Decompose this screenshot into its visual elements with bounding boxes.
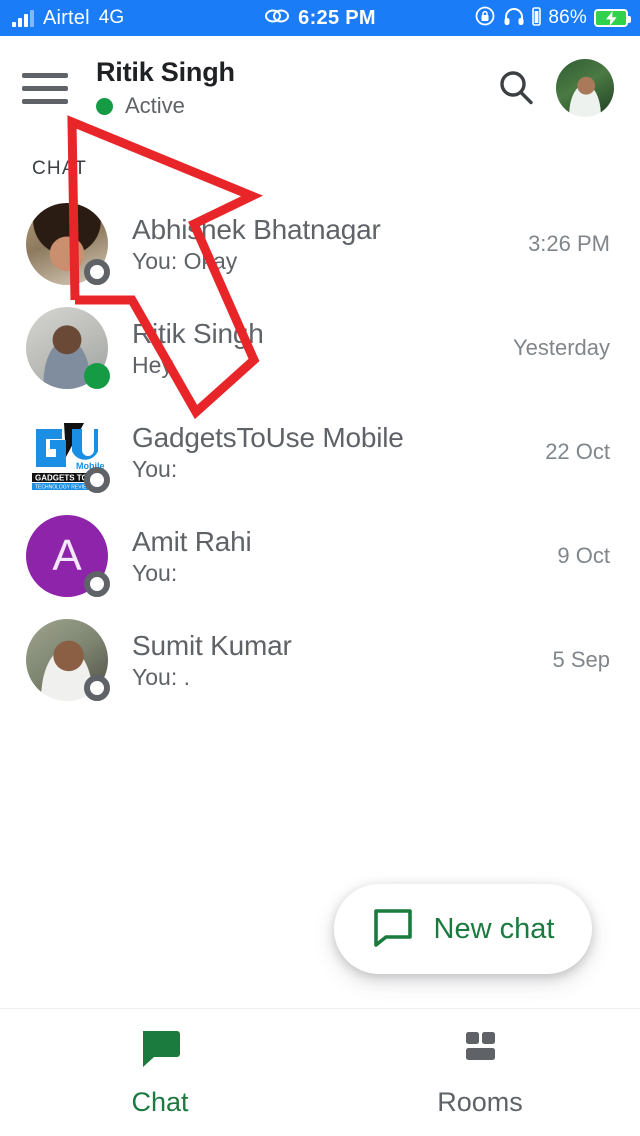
app-header: Ritik Singh Active <box>0 36 640 140</box>
chat-list-item[interactable]: Abhishek Bhatnagar You: Okay 3:26 PM <box>0 192 640 296</box>
chat-snippet: Hey <box>132 351 173 378</box>
presence-badge-offline-icon <box>84 259 110 285</box>
chat-text-group: Ritik Singh Hey <box>132 318 501 379</box>
chat-timestamp: Yesterday <box>512 335 610 360</box>
battery-percent-label: 86% <box>548 7 587 28</box>
nav-label-chat: Chat <box>131 1086 189 1117</box>
chat-bubble-outline-icon <box>372 906 414 953</box>
chat-snippet: You: Okay <box>132 247 238 274</box>
chat-avatar-wrap <box>26 619 110 701</box>
chat-avatar-wrap <box>26 203 110 285</box>
chat-text-group: Abhishek Bhatnagar You: Okay <box>132 214 516 275</box>
nav-label-rooms: Rooms <box>437 1086 523 1117</box>
presence-dot-icon <box>96 97 113 115</box>
presence-badge-offline-icon <box>84 571 110 597</box>
rooms-grid-icon <box>458 1028 502 1075</box>
chat-timestamp: 3:26 PM <box>528 231 610 256</box>
chat-list-item[interactable]: A Amit Rahi You: 9 Oct <box>0 504 640 608</box>
status-bar: Airtel 4G 6:25 PM 86% <box>0 0 640 36</box>
chat-list: Abhishek Bhatnagar You: Okay 3:26 PM Rit… <box>0 188 640 712</box>
presence-group: Active <box>96 93 476 119</box>
clock-label: 6:25 PM <box>298 6 376 29</box>
chat-name: Abhishek Bhatnagar <box>132 213 381 245</box>
chat-timestamp: 5 Sep <box>552 647 611 672</box>
network-type-label: 4G <box>98 7 125 28</box>
new-chat-label: New chat <box>433 912 555 945</box>
carrier-label: Airtel <box>43 6 90 29</box>
chat-avatar-wrap: A <box>26 515 110 597</box>
chat-bubble-filled-icon <box>138 1028 182 1075</box>
chat-text-group: Amit Rahi You: <box>132 526 545 587</box>
search-icon[interactable] <box>494 66 538 110</box>
presence-label: Active <box>125 93 185 118</box>
chat-name: GadgetsToUse Mobile <box>132 421 404 453</box>
bottom-navigation: Chat Rooms <box>0 1008 640 1136</box>
chat-snippet: You: <box>132 455 178 482</box>
chat-snippet: You: . <box>132 663 190 690</box>
chat-list-item[interactable]: Sumit Kumar You: . 5 Sep <box>0 608 640 712</box>
hamburger-menu-icon[interactable] <box>22 72 68 104</box>
signal-bars-icon <box>12 9 34 27</box>
chat-list-item[interactable]: Ritik Singh Hey Yesterday <box>0 296 640 400</box>
presence-badge-offline-icon <box>84 467 110 493</box>
status-bar-left: Airtel 4G <box>12 7 124 30</box>
chat-list-item[interactable]: Mobile GADGETS TO USE TECHNOLOGY REVIEW … <box>0 400 640 504</box>
header-title-group: Ritik Singh Active <box>96 57 476 119</box>
chat-timestamp: 22 Oct <box>545 439 610 464</box>
chat-name: Ritik Singh <box>132 317 264 349</box>
chat-text-group: Sumit Kumar You: . <box>132 630 541 691</box>
headphones-icon <box>503 6 525 31</box>
page-title: Ritik Singh <box>96 57 235 87</box>
link-icon <box>264 6 290 31</box>
presence-badge-online-icon <box>84 363 110 389</box>
chat-snippet: You: <box>132 559 178 586</box>
section-label-chat: CHAT <box>32 158 88 179</box>
nav-item-rooms[interactable]: Rooms <box>320 1009 640 1136</box>
chat-timestamp: 9 Oct <box>557 543 610 568</box>
chat-avatar-wrap <box>26 307 110 389</box>
battery-charging-icon <box>594 9 631 27</box>
avatar[interactable] <box>556 59 614 117</box>
chat-name: Amit Rahi <box>132 525 252 557</box>
presence-badge-offline-icon <box>84 675 110 701</box>
nav-item-chat[interactable]: Chat <box>0 1009 320 1136</box>
status-bar-right: 86% <box>474 5 631 32</box>
small-battery-icon <box>532 6 542 31</box>
chat-text-group: GadgetsToUse Mobile You: <box>132 422 533 483</box>
new-chat-button[interactable]: New chat <box>334 884 592 974</box>
chat-name: Sumit Kumar <box>132 629 292 661</box>
chat-avatar-wrap: Mobile GADGETS TO USE TECHNOLOGY REVIEW … <box>26 411 110 493</box>
rotation-lock-icon <box>474 5 496 32</box>
